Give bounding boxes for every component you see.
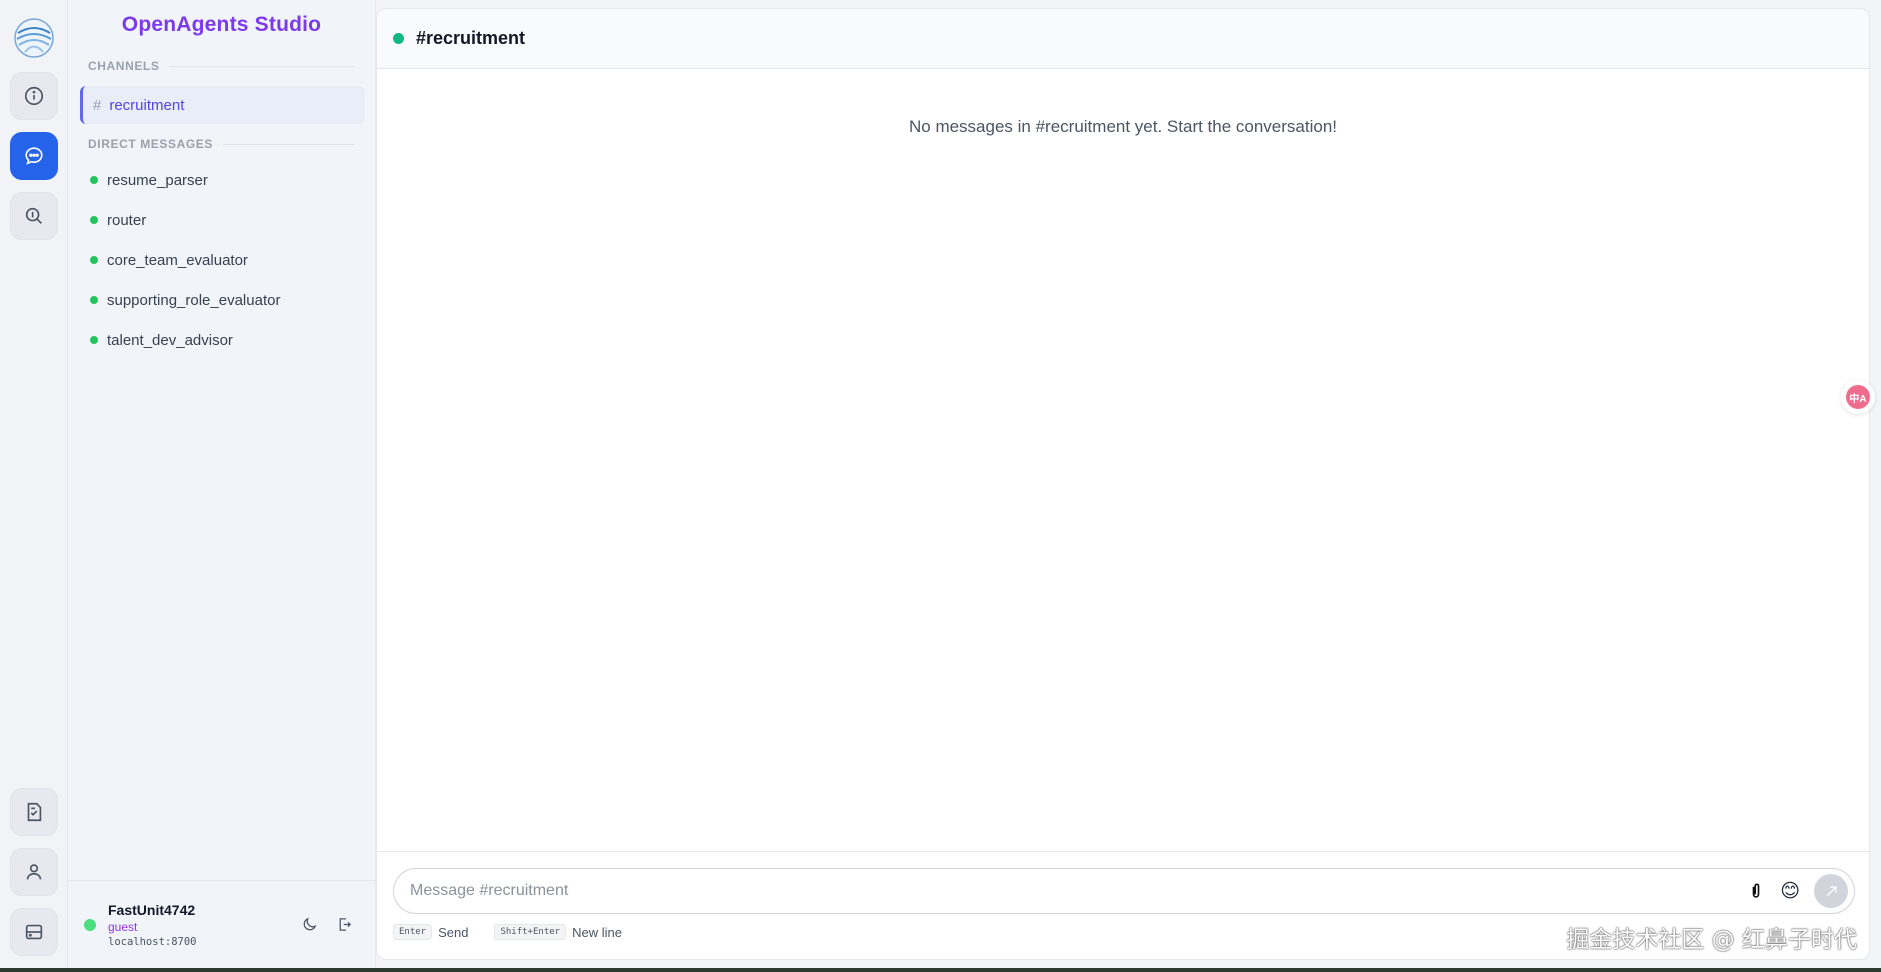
dm-name: supporting_role_evaluator [107,291,281,309]
divider [169,65,355,67]
shift-enter-key-hint: Shift+Enter [494,924,567,940]
user-button[interactable] [9,848,58,896]
hash-icon: # [93,96,102,114]
user-name: FastUnit4742 [108,901,196,918]
composer-actions: 😊 [1746,874,1848,908]
message-input[interactable] [410,882,1747,900]
taskbar-strip [0,968,1881,972]
dm-item-talent-dev-advisor[interactable]: talent_dev_advisor [68,320,375,360]
dm-item-resume-parser[interactable]: resume_parser [68,160,375,200]
dm-item-router[interactable]: router [68,200,375,240]
channel-name: recruitment [109,96,185,114]
translate-widget[interactable]: 中A [1841,380,1875,414]
keyboard-hints: Enter Send Shift+Enter New line [393,924,622,940]
channel-title: #recruitment [416,28,526,48]
dm-section-label: DIRECT MESSAGES [68,128,375,160]
user-host: localhost:8700 [108,935,197,948]
online-status-dot [90,336,98,344]
watermark: 掘金技术社区 @ 红鼻子时代 [1566,927,1857,953]
dm-label: DIRECT MESSAGES [88,137,214,151]
document-button[interactable] [9,788,58,836]
dm-item-supporting-role-evaluator[interactable]: supporting_role_evaluator [68,280,375,320]
paperclip-icon[interactable] [1746,881,1766,901]
chat-button[interactable] [9,132,58,180]
shift-enter-label: New line [572,924,622,940]
user-icon [26,864,41,880]
dm-name: talent_dev_advisor [107,331,233,349]
storage-icon [25,924,42,940]
chat-panel: #recruitment No messages in #recruitment… [376,8,1870,960]
channel-item-recruitment[interactable]: # recruitment [80,86,365,124]
translate-icon: 中A [1846,385,1870,409]
user-role: guest [108,919,138,934]
dm-name: core_team_evaluator [107,251,248,269]
message-composer: 😊 [393,868,1855,914]
dm-item-core-team-evaluator[interactable]: core_team_evaluator [68,240,375,280]
info-button[interactable] [9,72,58,120]
document-icon [27,802,41,822]
info-icon [24,86,43,106]
logout-icon[interactable] [336,916,353,933]
empty-state-message: No messages in #recruitment yet. Start t… [908,117,1338,136]
divider [223,143,355,145]
enter-key-hint: Enter [393,924,433,940]
channels-label: CHANNELS [88,59,160,73]
enter-label: Send [438,924,469,940]
app-title: OpenAgents Studio [121,13,322,36]
dm-name: router [107,211,147,229]
chat-header: #recruitment [377,9,1869,69]
moon-icon[interactable] [301,916,318,933]
online-status-dot [90,296,98,304]
send-icon [1826,886,1836,896]
channel-sidebar: OpenAgents Studio CHANNELS # recruitment… [68,0,376,968]
channels-section-label: CHANNELS [68,50,375,82]
send-button[interactable] [1814,874,1848,908]
search-agent-icon [25,207,42,224]
storage-button[interactable] [9,908,58,956]
logo-icon[interactable] [12,16,56,60]
user-actions [301,916,353,933]
chat-icon [24,147,43,165]
online-status-dot [90,216,98,224]
dm-list: resume_parser router core_team_evaluator… [68,160,375,360]
emoji-icon[interactable]: 😊 [1780,882,1800,901]
icon-rail [0,0,68,968]
user-info: FastUnit4742 guest localhost:8700 [108,902,197,948]
dm-name: resume_parser [107,171,208,189]
online-status-dot [90,176,98,184]
channel-status-dot [393,33,404,44]
user-panel: FastUnit4742 guest localhost:8700 [68,880,375,968]
online-status-dot [90,256,98,264]
user-status-dot [84,918,96,931]
search-agent-button[interactable] [9,192,58,240]
